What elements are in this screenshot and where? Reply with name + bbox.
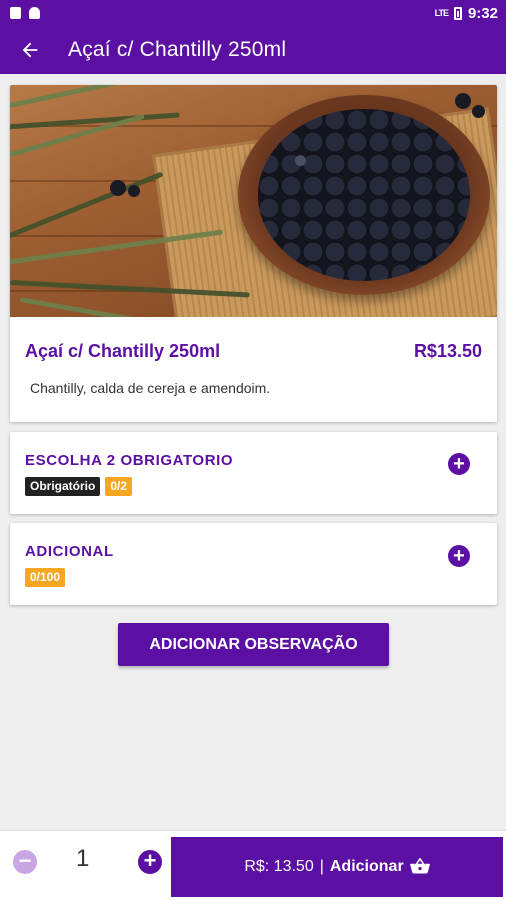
add-circle-icon[interactable]: + bbox=[448, 545, 470, 567]
count-badge: 0/100 bbox=[25, 568, 66, 587]
add-circle-icon[interactable]: + bbox=[138, 850, 162, 874]
status-bar: LTE 9:32 bbox=[0, 0, 506, 26]
basket-icon bbox=[409, 858, 430, 874]
add-circle-icon[interactable]: + bbox=[448, 453, 470, 475]
back-arrow-icon bbox=[22, 42, 38, 58]
option-title: ADICIONAL bbox=[25, 543, 114, 560]
option-group-adicional[interactable]: ADICIONAL 0/100 + bbox=[10, 523, 497, 605]
battery-icon bbox=[453, 6, 462, 20]
required-badge: Obrigatório bbox=[25, 477, 101, 496]
status-time: 9:32 bbox=[467, 4, 498, 22]
option-title: ESCOLHA 2 OBRIGATORIO bbox=[25, 452, 234, 469]
add-label: Adicionar bbox=[329, 858, 404, 875]
app-bar: Açaí c/ Chantilly 250ml bbox=[0, 26, 506, 74]
quantity-value: 1 bbox=[76, 845, 90, 872]
separator: | bbox=[319, 858, 324, 875]
product-price: R$13.50 bbox=[413, 341, 482, 361]
back-button[interactable] bbox=[0, 26, 60, 74]
option-group-escolha[interactable]: ESCOLHA 2 OBRIGATORIO Obrigatório 0/2 + bbox=[10, 432, 497, 514]
total-price: R$: 13.50 bbox=[244, 858, 314, 875]
add-to-cart-button[interactable]: R$: 13.50 | Adicionar bbox=[171, 837, 503, 897]
product-description: Chantilly, calda de cereja e amendoim. bbox=[30, 380, 271, 396]
product-card: Açaí c/ Chantilly 250ml R$13.50 Chantill… bbox=[10, 85, 497, 422]
bottom-bar: − 1 + R$: 13.50 | Adicionar bbox=[0, 830, 506, 900]
android-icon bbox=[29, 7, 40, 19]
count-badge: 0/2 bbox=[105, 477, 133, 496]
product-photo bbox=[10, 85, 497, 317]
signal-icon: LTE bbox=[434, 8, 449, 18]
page-title: Açaí c/ Chantilly 250ml bbox=[68, 38, 287, 61]
remove-circle-icon[interactable]: − bbox=[13, 850, 37, 874]
add-observation-button[interactable]: ADICIONAR OBSERVAÇÃO bbox=[118, 623, 389, 666]
product-name: Açaí c/ Chantilly 250ml bbox=[25, 341, 221, 361]
notification-icon bbox=[10, 7, 21, 19]
